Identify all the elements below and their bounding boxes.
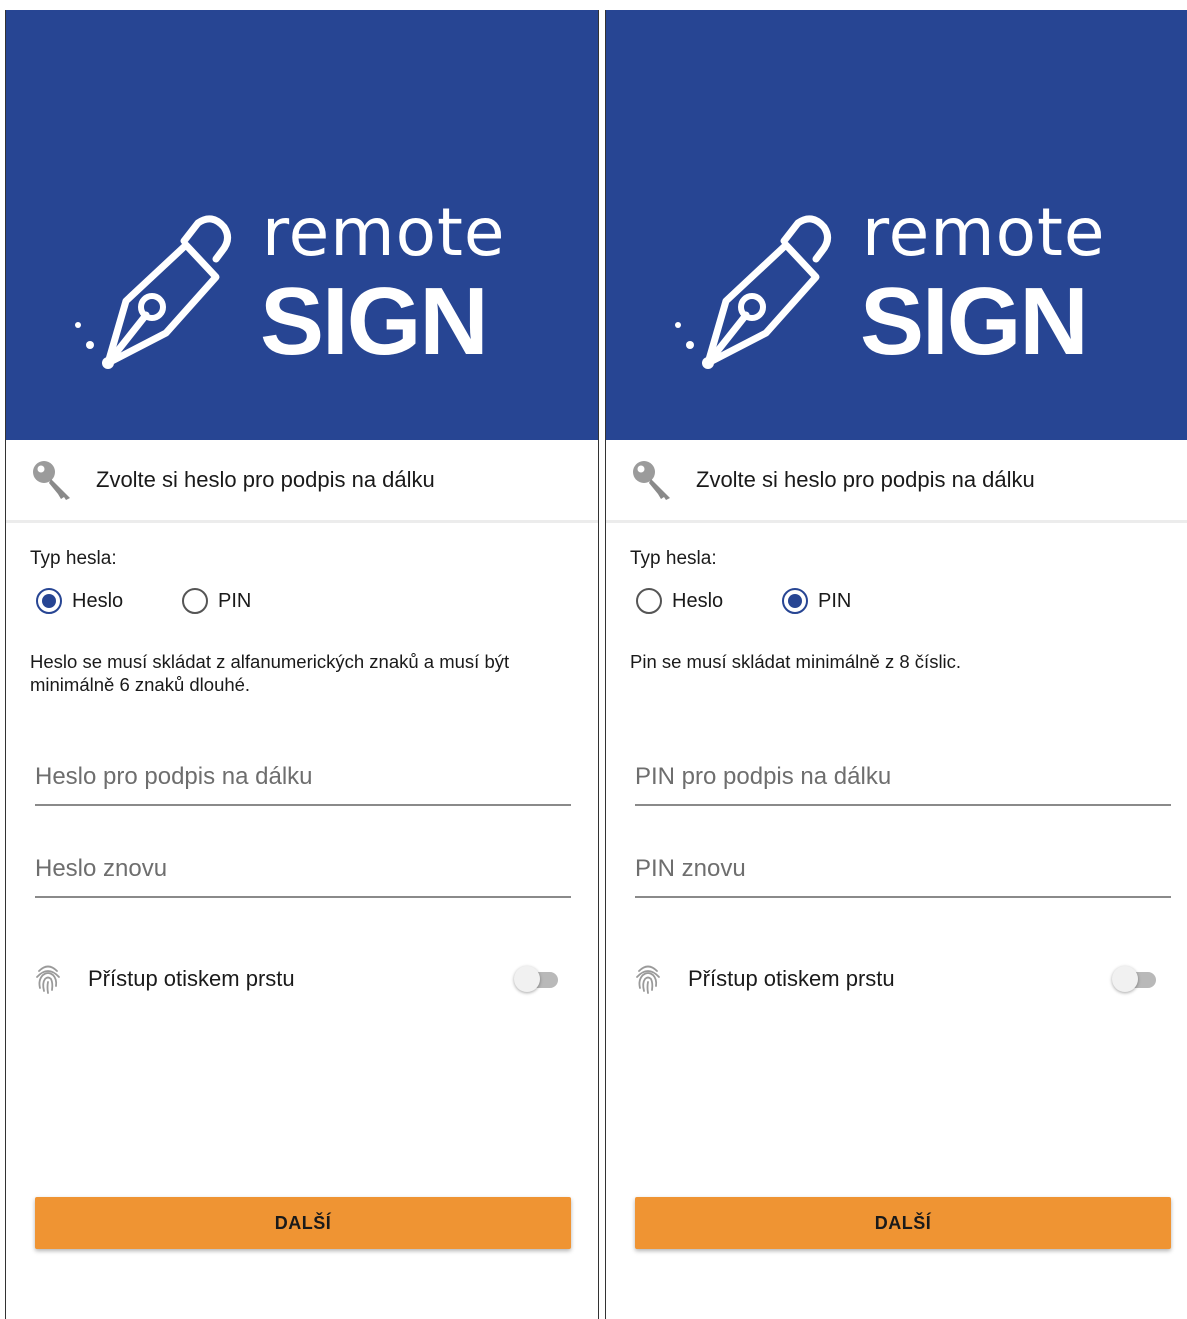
logo-word-sign: SIGN — [860, 268, 1089, 375]
toggle-thumb — [514, 966, 540, 992]
fingerprint-label: Přístup otiskem prstu — [688, 966, 895, 991]
radio-label-heslo: Heslo — [672, 589, 724, 612]
password-repeat-input[interactable] — [35, 848, 571, 898]
radio-button-unchecked[interactable] — [182, 588, 208, 614]
password-hint: Heslo se musí skládat z alfanumerických … — [30, 651, 510, 695]
screen-password: remote SIGN Zvolte si heslo pro podpis n… — [6, 10, 598, 1319]
logo-word-sign: SIGN — [260, 268, 489, 375]
radio-button-checked[interactable] — [36, 588, 62, 614]
radio-label-heslo: Heslo — [72, 589, 124, 612]
screen-pin: remote SIGN Zvolte si heslo pro podpis n… — [606, 10, 1187, 1319]
pin-input[interactable] — [635, 756, 1171, 806]
radio-pin[interactable]: PIN — [782, 588, 851, 614]
radio-heslo[interactable]: Heslo — [636, 588, 723, 614]
radio-label-pin: PIN — [818, 589, 852, 612]
pin-hint: Pin se musí skládat minimálně z 8 číslic… — [630, 651, 962, 672]
password-type-label: Typ hesla: — [30, 548, 117, 569]
fingerprint-toggle[interactable] — [1112, 964, 1158, 994]
fountain-pen-icon — [75, 215, 231, 369]
fingerprint-icon — [636, 965, 660, 994]
screen-divider — [598, 10, 599, 1319]
radio-pin[interactable]: PIN — [182, 588, 251, 614]
toggle-thumb — [1112, 966, 1138, 992]
fingerprint-row: Přístup otiskem prstu — [6, 958, 598, 1002]
password-input[interactable] — [35, 756, 571, 806]
radio-button-checked[interactable] — [782, 588, 808, 614]
fingerprint-icon — [36, 965, 60, 994]
app-header: remote SIGN — [606, 10, 1187, 440]
title-bar: Zvolte si heslo pro podpis na dálku — [6, 440, 598, 523]
pin-repeat-input[interactable] — [635, 848, 1171, 898]
radio-heslo[interactable]: Heslo — [36, 588, 123, 614]
fingerprint-row: Přístup otiskem prstu — [606, 958, 1187, 1002]
next-button[interactable]: DALŠÍ — [35, 1197, 571, 1249]
page-title: Zvolte si heslo pro podpis na dálku — [96, 467, 435, 492]
next-button[interactable]: DALŠÍ — [635, 1197, 1171, 1249]
fountain-pen-icon — [675, 215, 831, 369]
logo-word-remote: remote — [262, 194, 506, 271]
remote-sign-logo: remote SIGN — [66, 200, 516, 380]
left-border — [5, 10, 6, 1319]
page-title: Zvolte si heslo pro podpis na dálku — [696, 467, 1035, 492]
logo-word-remote: remote — [862, 194, 1106, 271]
app-header: remote SIGN — [6, 10, 598, 440]
key-icon — [33, 461, 70, 500]
key-icon — [633, 461, 670, 500]
fingerprint-label: Přístup otiskem prstu — [88, 966, 295, 991]
password-type-label: Typ hesla: — [630, 548, 717, 569]
title-bar: Zvolte si heslo pro podpis na dálku — [606, 440, 1187, 523]
remote-sign-logo: remote SIGN — [666, 200, 1116, 380]
fingerprint-toggle[interactable] — [514, 964, 560, 994]
radio-button-unchecked[interactable] — [636, 588, 662, 614]
radio-label-pin: PIN — [218, 589, 252, 612]
